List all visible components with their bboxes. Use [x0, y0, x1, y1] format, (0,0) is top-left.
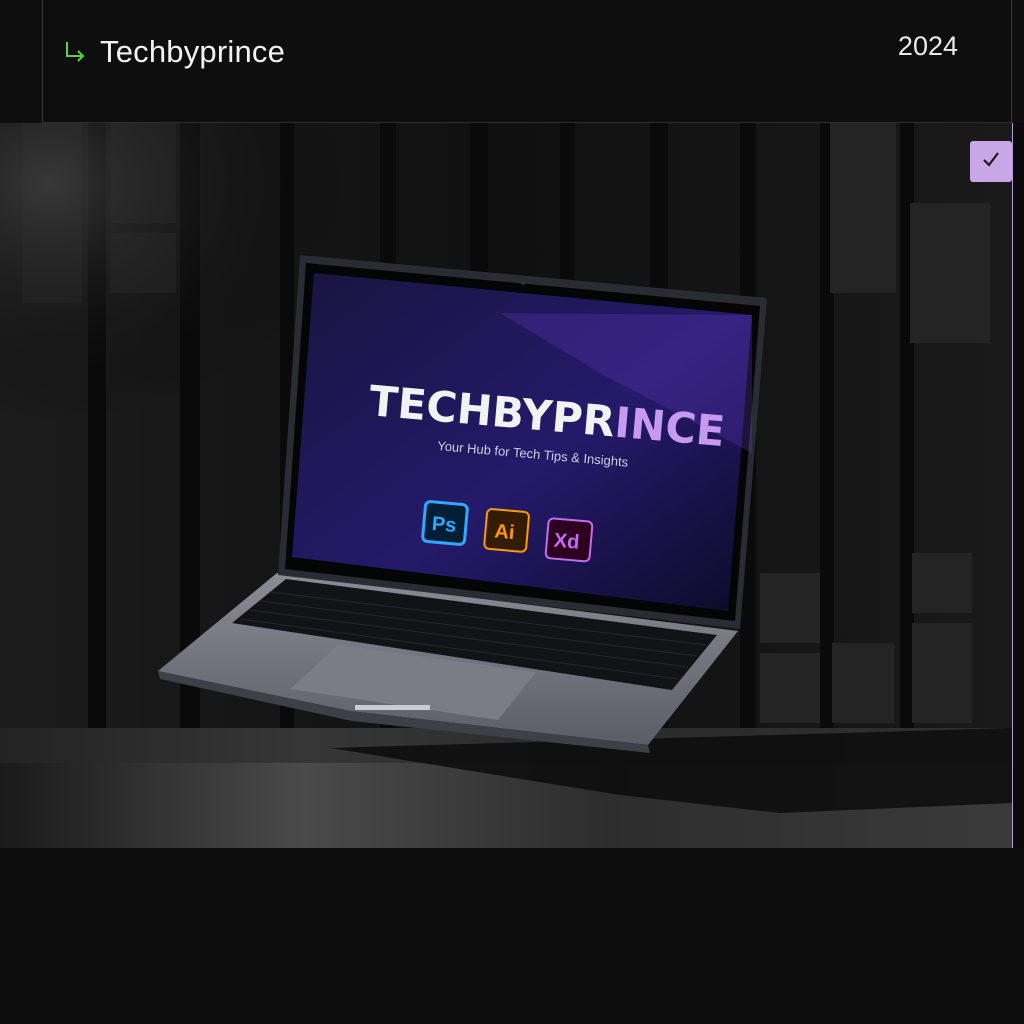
xd-app-icon: Xd [544, 517, 594, 563]
card-header: Techbyprince 2024 [0, 0, 1024, 123]
svg-text:Ps: Ps [431, 513, 457, 537]
hero-image: TECHBYPRINCE Your Hub for Tech Tips & In… [0, 123, 1012, 848]
card-footer-area [0, 848, 1024, 1024]
return-arrow-icon [62, 39, 88, 65]
svg-text:Ai: Ai [494, 520, 516, 544]
checkmark-icon [981, 149, 1001, 174]
right-rail [1012, 123, 1024, 848]
select-checkbox[interactable] [970, 141, 1012, 182]
illustrator-app-icon: Ai [483, 508, 530, 553]
project-year: 2024 [897, 31, 958, 61]
project-title-link[interactable]: Techbyprince [62, 34, 285, 70]
project-title: Techbyprince [100, 34, 286, 69]
laptop-mockup-illustration: TECHBYPRINCE Your Hub for Tech Tips & In… [0, 123, 1012, 848]
photoshop-app-icon: Ps [421, 500, 469, 546]
project-card: Techbyprince 2024 TECHBYPRINCE Your Hub … [0, 0, 1024, 1024]
svg-text:Xd: Xd [553, 530, 580, 554]
